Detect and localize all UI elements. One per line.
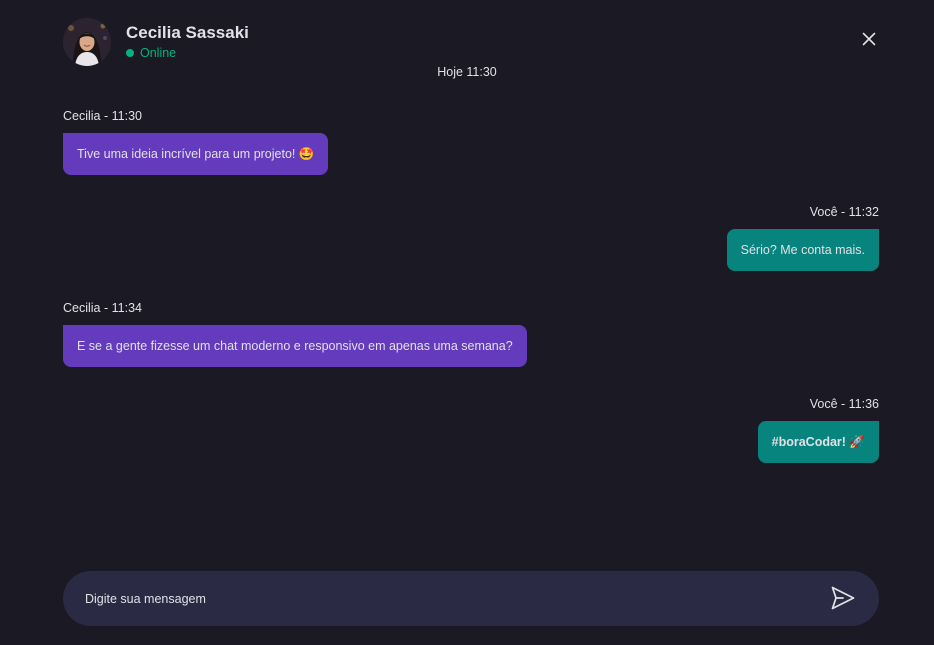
message-input[interactable] <box>85 571 785 626</box>
message-meta: Você - 11:32 <box>809 205 879 219</box>
contact-name: Cecilia Sassaki <box>126 23 249 42</box>
send-icon <box>831 586 855 610</box>
message-bubble-incoming: Tive uma ideia incrível para um projeto!… <box>63 133 329 175</box>
avatar-image <box>63 18 111 66</box>
message-text: E se a gente fizesse um chat moderno e r… <box>77 339 513 353</box>
message-text: Sério? Me conta mais. <box>740 243 865 257</box>
message-bubble-incoming: E se a gente fizesse um chat moderno e r… <box>63 325 527 367</box>
status-label: Online <box>140 46 177 60</box>
message-text: Tive uma ideia incrível para um projeto!… <box>77 146 315 161</box>
send-button[interactable] <box>829 584 857 612</box>
chat-window: Cecilia Sassaki Online Hoje 11:30 Cecili… <box>0 0 934 645</box>
close-button[interactable] <box>860 30 878 48</box>
close-icon <box>862 32 876 46</box>
date-divider: Hoje 11:30 <box>437 65 497 79</box>
message-meta: Você - 11:36 <box>809 397 879 411</box>
message-bubble-outgoing: #boraCodar! 🚀 <box>757 421 879 463</box>
message-meta: Cecilia - 11:34 <box>63 301 142 315</box>
avatar[interactable] <box>63 18 111 66</box>
message-text: #boraCodar! 🚀 <box>771 434 865 449</box>
status-indicator: Online <box>126 46 176 60</box>
message-bubble-outgoing: Sério? Me conta mais. <box>726 229 879 271</box>
message-meta: Cecilia - 11:30 <box>63 109 142 123</box>
online-dot-icon <box>126 49 134 57</box>
chat-header: Cecilia Sassaki Online <box>63 16 879 66</box>
message-composer <box>63 571 879 626</box>
